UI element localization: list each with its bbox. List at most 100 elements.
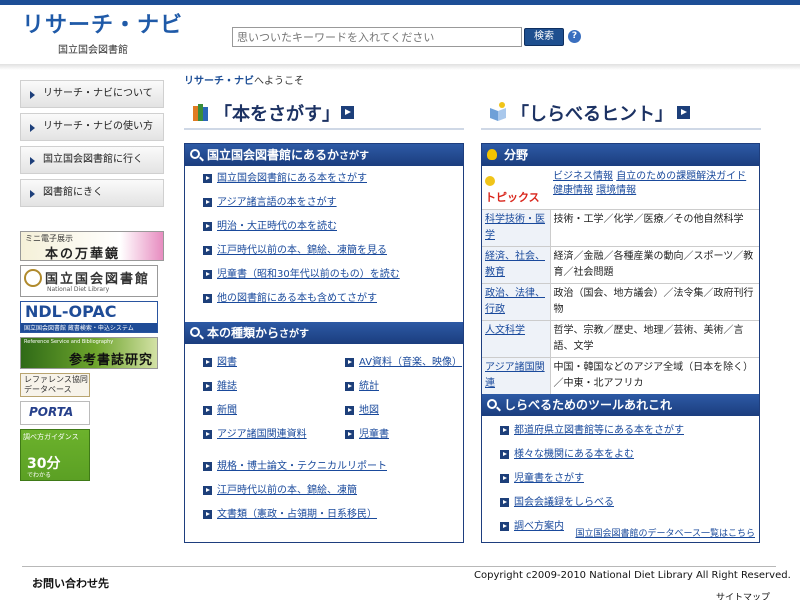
sidebar-item-about[interactable]: リサーチ・ナビについて (20, 80, 164, 108)
link[interactable]: 児童書 (359, 429, 389, 440)
in-ndl-link-list: 国立国会図書館にある本をさがす アジア諸言語の本をさがす 明治・大正時代の本を読… (185, 166, 463, 320)
link[interactable]: 地図 (359, 405, 379, 416)
list-item[interactable]: 明治・大正時代の本を読む (203, 220, 463, 244)
field-value: 技術・工学／化学／医療／その他自然科学 (549, 209, 759, 247)
link[interactable]: 他の図書館にある本も含めてさがす (217, 293, 377, 304)
search-input[interactable] (232, 27, 522, 47)
list-item[interactable]: 児童書をさがす (500, 472, 759, 496)
list-item[interactable]: 統計 (345, 380, 379, 404)
banner-reference-db[interactable]: レファレンス協同データベース (20, 373, 90, 397)
link[interactable]: 都道府県立図書館等にある本をさがす (514, 425, 684, 436)
list-item[interactable]: 都道府県立図書館等にある本をさがす (500, 424, 759, 448)
field-key[interactable]: 経済、社会、教育 (482, 246, 550, 284)
sitemap-link[interactable]: サイトマップ (716, 590, 770, 600)
list-item[interactable]: AV資料（音楽、映像） (345, 356, 462, 380)
link[interactable]: 科学技術・医学 (485, 214, 545, 241)
link[interactable]: アジア諸国関連資料 (217, 429, 307, 440)
list-item[interactable]: アジア諸国関連資料 (203, 428, 307, 452)
banner-sankou-shoshi[interactable]: Reference Service and Bibliography 参考書誌研… (20, 337, 158, 369)
link[interactable]: 明治・大正時代の本を読む (217, 221, 337, 232)
list-item[interactable]: アジア諸言語の本をさがす (203, 196, 463, 220)
list-item[interactable]: 児童書（昭和30年代以前のもの）を読む (203, 268, 463, 292)
banner-list: ミニ電子展示 本の万華鏡 国立国会図書館 National Diet Libra… (20, 231, 165, 485)
list-item[interactable]: 新聞 (203, 404, 237, 428)
list-item[interactable]: 国会会議録をしらべる (500, 496, 759, 520)
link[interactable]: 自立のための課題解決ガイド (616, 171, 746, 182)
table-row: アジア諸国関連 中国・韓国などのアジア全域（日本を除く）／中東・北アフリカ (482, 357, 759, 394)
banner-title: 参考書誌研究 (69, 353, 154, 368)
sidebar-item-visit[interactable]: 国立国会図書館に行く (20, 146, 164, 174)
section-book-search-header[interactable]: 「本をさがす」 (184, 96, 464, 130)
banner-ndl-opac[interactable]: NDL-OPAC 国立国会図書館 蔵書検索・申込システム (20, 301, 158, 333)
link[interactable]: 江戸時代以前の本、錦絵、凍簡を見る (217, 245, 387, 256)
material-type-grid: 図書 AV資料（音楽、映像） 雑誌 統計 新聞 地図 アジア諸国関連資料 児童書 (203, 350, 463, 450)
database-list-link[interactable]: 国立国会図書館のデータベース一覧はこちら (575, 529, 755, 539)
arrow-right-icon (30, 91, 35, 99)
link[interactable]: 江戸時代以前の本、錦絵、凍簡 (217, 485, 357, 496)
list-item[interactable]: 図書 (203, 356, 237, 380)
header-shadow (0, 64, 800, 70)
table-row: 人文科学 哲学、宗教／歴史、地理／芸術、美術／言語、文学 (482, 320, 759, 358)
sidebar-item-howto[interactable]: リサーチ・ナビの使い方 (20, 113, 164, 141)
list-item[interactable]: 地図 (345, 404, 379, 428)
banner-porta[interactable]: PORTA (20, 401, 90, 425)
list-item[interactable]: 雑誌 (203, 380, 237, 404)
link[interactable]: 雑誌 (217, 381, 237, 392)
magnifier-icon (190, 327, 200, 337)
link[interactable]: 調べ方案内 (514, 521, 564, 532)
link[interactable]: 経済、社会、教育 (485, 251, 545, 278)
list-item[interactable]: 国立国会図書館にある本をさがす (203, 172, 463, 196)
link[interactable]: 健康情報 (553, 185, 593, 196)
list-item[interactable]: 様々な機関にある本をよむ (500, 448, 759, 472)
panel-bar-by-type: 本の種類からさがす (185, 322, 463, 344)
field-value: 政治（国会、地方議会）／法令集／政府刊行物 (549, 283, 759, 321)
panel-title: しらべるためのツールあれこれ (504, 398, 673, 412)
field-key[interactable]: 科学技術・医学 (482, 209, 550, 247)
list-item[interactable]: 江戸時代以前の本、錦絵、凍簡を見る (203, 244, 463, 268)
arrow-box-icon (203, 406, 212, 415)
link[interactable]: アジア諸言語の本をさがす (217, 197, 337, 208)
banner-ndl[interactable]: 国立国会図書館 National Diet Library (20, 265, 158, 297)
site-logo[interactable]: リサーチ・ナビ 国立国会図書館 (22, 14, 182, 57)
arrow-box-icon (203, 510, 212, 519)
link[interactable]: 新聞 (217, 405, 237, 416)
link[interactable]: アジア諸国関連 (485, 362, 545, 389)
list-item[interactable]: 児童書 (345, 428, 389, 452)
link[interactable]: 国会会議録をしらべる (514, 497, 614, 508)
contact-link[interactable]: お問い合わせ先 (32, 575, 109, 591)
link[interactable]: 児童書をさがす (514, 473, 584, 484)
field-key[interactable]: アジア諸国関連 (482, 357, 550, 394)
list-item[interactable]: 規格・博士論文・テクニカルリポート (203, 460, 463, 484)
sidebar-item-ask[interactable]: 図書館にきく (20, 179, 164, 207)
link[interactable]: ビジネス情報 (553, 171, 613, 182)
arrow-box-icon (500, 474, 509, 483)
link[interactable]: 国立国会図書館にある本をさがす (217, 173, 367, 184)
link[interactable]: 文書類（憲政・占領期・日系移民） (217, 509, 377, 520)
link[interactable]: 児童書（昭和30年代以前のもの）を読む (217, 269, 400, 280)
field-key[interactable]: 政治、法律、行政 (482, 283, 550, 321)
sidebar-item-label: 図書館にきく (43, 187, 103, 198)
banner-kaleidoscope[interactable]: ミニ電子展示 本の万華鏡 (20, 231, 164, 261)
arrow-box-icon (203, 486, 212, 495)
footer-divider (22, 566, 776, 567)
link[interactable]: 人文科学 (485, 325, 525, 336)
list-item[interactable]: 文書類（憲政・占領期・日系移民） (203, 508, 463, 532)
database-list-row: 国立国会図書館のデータベース一覧はこちら (575, 526, 755, 539)
help-icon[interactable]: ? (568, 30, 581, 43)
banner-guidance[interactable]: 調べ方ガイダンス 30分 でわかる (20, 429, 90, 481)
arrow-box-icon (500, 450, 509, 459)
field-key[interactable]: 人文科学 (482, 320, 550, 358)
link[interactable]: 規格・博士論文・テクニカルリポート (217, 461, 387, 472)
arrow-box-icon (500, 522, 509, 531)
link[interactable]: 政治、法律、行政 (485, 288, 545, 315)
link[interactable]: AV資料（音楽、映像） (359, 357, 462, 368)
link[interactable]: 図書 (217, 357, 237, 368)
list-item[interactable]: 江戸時代以前の本、錦絵、凍簡 (203, 484, 463, 508)
list-item[interactable]: 他の図書館にある本も含めてさがす (203, 292, 463, 316)
header: リサーチ・ナビ 国立国会図書館 検索 ? (0, 5, 800, 65)
link[interactable]: 統計 (359, 381, 379, 392)
link[interactable]: 様々な機関にある本をよむ (514, 449, 634, 460)
section-hint-header[interactable]: 「しらべるヒント」 (481, 96, 761, 130)
search-button[interactable]: 検索 (524, 28, 564, 46)
link[interactable]: 環境情報 (596, 185, 636, 196)
